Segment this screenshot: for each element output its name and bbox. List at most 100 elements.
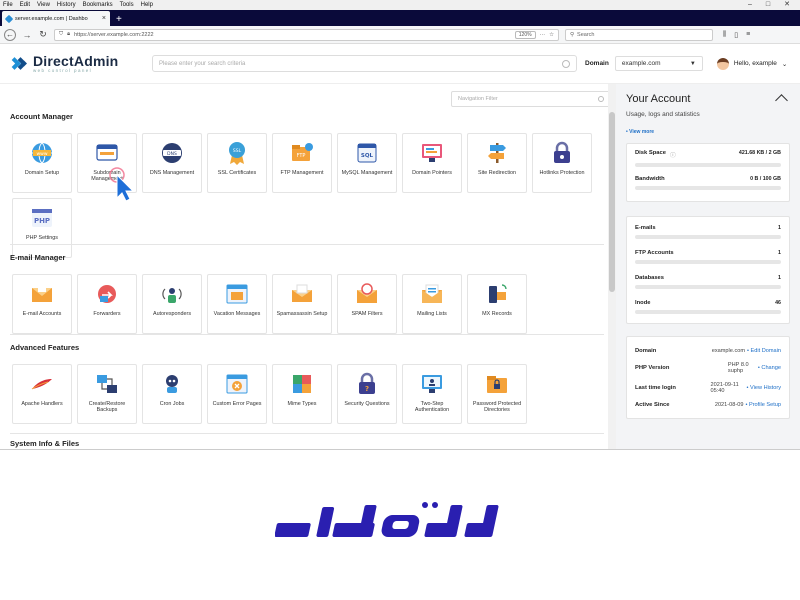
view-more-link[interactable]: • View more [626,129,790,135]
tile-label: E-mail Accounts [22,311,62,317]
section-title-system-info: System Info & Files [10,439,80,448]
svg-text:DNS: DNS [167,151,177,157]
change-php-link[interactable]: • Change [758,365,781,371]
library-icon[interactable]: ⫼ [723,31,726,39]
tile-spamassassin-setup[interactable]: Spamassassin Setup [272,274,332,334]
lock-icon: 🔒︎ [67,31,71,37]
metric-label: FTP Accounts [635,250,674,256]
menu-history[interactable]: History [57,0,76,10]
bookmark-star-icon[interactable]: ☆ [549,32,554,38]
tile-email-accounts[interactable]: E-mail Accounts [12,274,72,334]
tile-mailing-lists[interactable]: Mailing Lists [402,274,462,334]
tile-ssl-certificates[interactable]: SSL SSL Certificates [207,133,267,193]
tile-custom-error-pages[interactable]: Custom Error Pages [207,364,267,424]
scrollbar-thumb[interactable] [609,112,615,292]
tile-ftp-management[interactable]: FTP FTP Management [272,133,332,193]
menu-edit[interactable]: Edit [20,0,30,10]
back-icon[interactable]: ← [4,28,16,41]
svg-text:SSL: SSL [233,148,242,154]
usage-bar [635,235,781,239]
tile-label: Mime Types [287,401,317,407]
signpost-icon [485,141,509,165]
forward-icon[interactable]: → [22,30,32,40]
hamburger-menu-icon[interactable]: ≡ [746,31,750,39]
global-search-input[interactable]: Please enter your search criteria [152,55,577,72]
usage-bar [635,163,781,167]
mouse-cursor-icon [109,167,135,202]
your-account-panel: Your Account Usage, logs and statistics … [616,84,800,449]
tile-security-questions[interactable]: ? Security Questions [337,364,397,424]
tile-mime-types[interactable]: Mime Types [272,364,332,424]
user-menu[interactable]: Hello, example ⌄ [716,57,787,70]
tile-php-settings[interactable]: PHP PHP Settings [12,198,72,258]
maximize-icon[interactable]: □ [766,0,770,10]
usage-bar [635,186,781,190]
navigation-toolbar: ← → ↻ ⛉ 🔒︎ https://server.example.com:22… [0,26,800,44]
tab-close-icon[interactable]: × [102,15,106,22]
tile-two-step-authentication[interactable]: Two-Step Authentication [402,364,462,424]
info-icon[interactable]: ⓘ [670,150,676,159]
nav-filter-placeholder: Navigation Filter [458,96,498,102]
tile-domain-pointers[interactable]: Domain Pointers [402,133,462,193]
url-bar[interactable]: ⛉ 🔒︎ https://server.example.com:2222 120… [54,28,559,41]
tile-cron-jobs[interactable]: Cron Jobs [142,364,202,424]
minimize-icon[interactable]: – [748,0,752,10]
tile-forwarders[interactable]: Forwarders [77,274,137,334]
close-window-icon[interactable]: ✕ [784,0,790,10]
tile-label: Domain Setup [24,170,60,176]
tile-dns-management[interactable]: DNS DNS Management [142,133,202,193]
tile-create-restore-backups[interactable]: Create/Restore Backups [77,364,137,424]
menu-file[interactable]: File [3,0,13,10]
browser-menubar: File Edit View History Bookmarks Tools H… [0,0,800,10]
zoom-level[interactable]: 120% [514,30,536,39]
browser-tab[interactable]: server.example.com | Dashbo × [2,11,110,26]
more-actions-icon[interactable]: ··· [540,32,546,38]
tile-label: Domain Pointers [412,170,452,176]
dns-globe-icon: DNS [160,141,184,165]
sidebar-icon[interactable]: ▯ [734,31,738,39]
tile-mysql-management[interactable]: SQL MySQL Management [337,133,397,193]
tab-title: server.example.com | Dashbo [15,15,88,22]
vacation-window-icon [225,282,249,306]
menu-help[interactable]: Help [141,0,153,10]
info-label: PHP Version [635,365,670,371]
new-tab-icon[interactable]: + [110,14,128,26]
tile-mx-records[interactable]: MX Records [467,274,527,334]
search-settings-icon[interactable] [562,59,570,68]
metric-value: 1 [778,250,781,256]
main-scrollbar[interactable] [608,84,616,449]
reload-icon[interactable]: ↻ [38,29,48,40]
app-header: DirectAdmin web control panel Please ent… [0,44,800,84]
tile-spam-filters[interactable]: SPAM Filters [337,274,397,334]
domain-select[interactable]: example.com ▼ [614,56,703,71]
domain-pointer-monitor-icon [420,141,444,165]
tile-site-redirection[interactable]: Site Redirection [467,133,527,193]
tile-password-protected-directories[interactable]: Password Protected Directories [467,364,527,424]
tile-apache-handlers[interactable]: Apache Handlers [12,364,72,424]
menu-view[interactable]: View [37,0,50,10]
profile-setup-link[interactable]: • Profile Setup [745,402,781,408]
tile-label: Apache Handlers [21,401,63,407]
menu-tools[interactable]: Tools [120,0,134,10]
tile-hotlinks-protection[interactable]: Hotlinks Protection [532,133,592,193]
chevron-up-icon[interactable] [775,94,788,107]
tile-label: Vacation Messages [213,311,261,317]
edit-domain-link[interactable]: • Edit Domain [747,348,781,354]
svg-text:?: ? [365,385,369,393]
usage-bar [635,310,781,314]
menu-bookmarks[interactable]: Bookmarks [83,0,113,10]
navigation-filter-input[interactable]: Navigation Filter [451,91,608,107]
directadmin-logo[interactable]: DirectAdmin web control panel [8,54,152,73]
autoresponder-person-icon [160,282,184,306]
view-history-link[interactable]: • View History [747,385,782,391]
browser-search[interactable]: ⚲ Search [565,28,713,41]
tile-vacation-messages[interactable]: Vacation Messages [207,274,267,334]
window-controls: – □ ✕ [748,0,800,10]
tile-autoresponders[interactable]: Autoresponders [142,274,202,334]
brand-watermark-logo [0,450,800,600]
browser-tools: ⫼ ▯ ≡ [723,31,750,39]
metric-ftp-accounts: FTP Accounts 1 [635,250,781,264]
tile-domain-setup[interactable]: www Domain Setup [12,133,72,193]
domain-label: Domain [585,60,609,67]
metric-value: 1 [778,275,781,281]
